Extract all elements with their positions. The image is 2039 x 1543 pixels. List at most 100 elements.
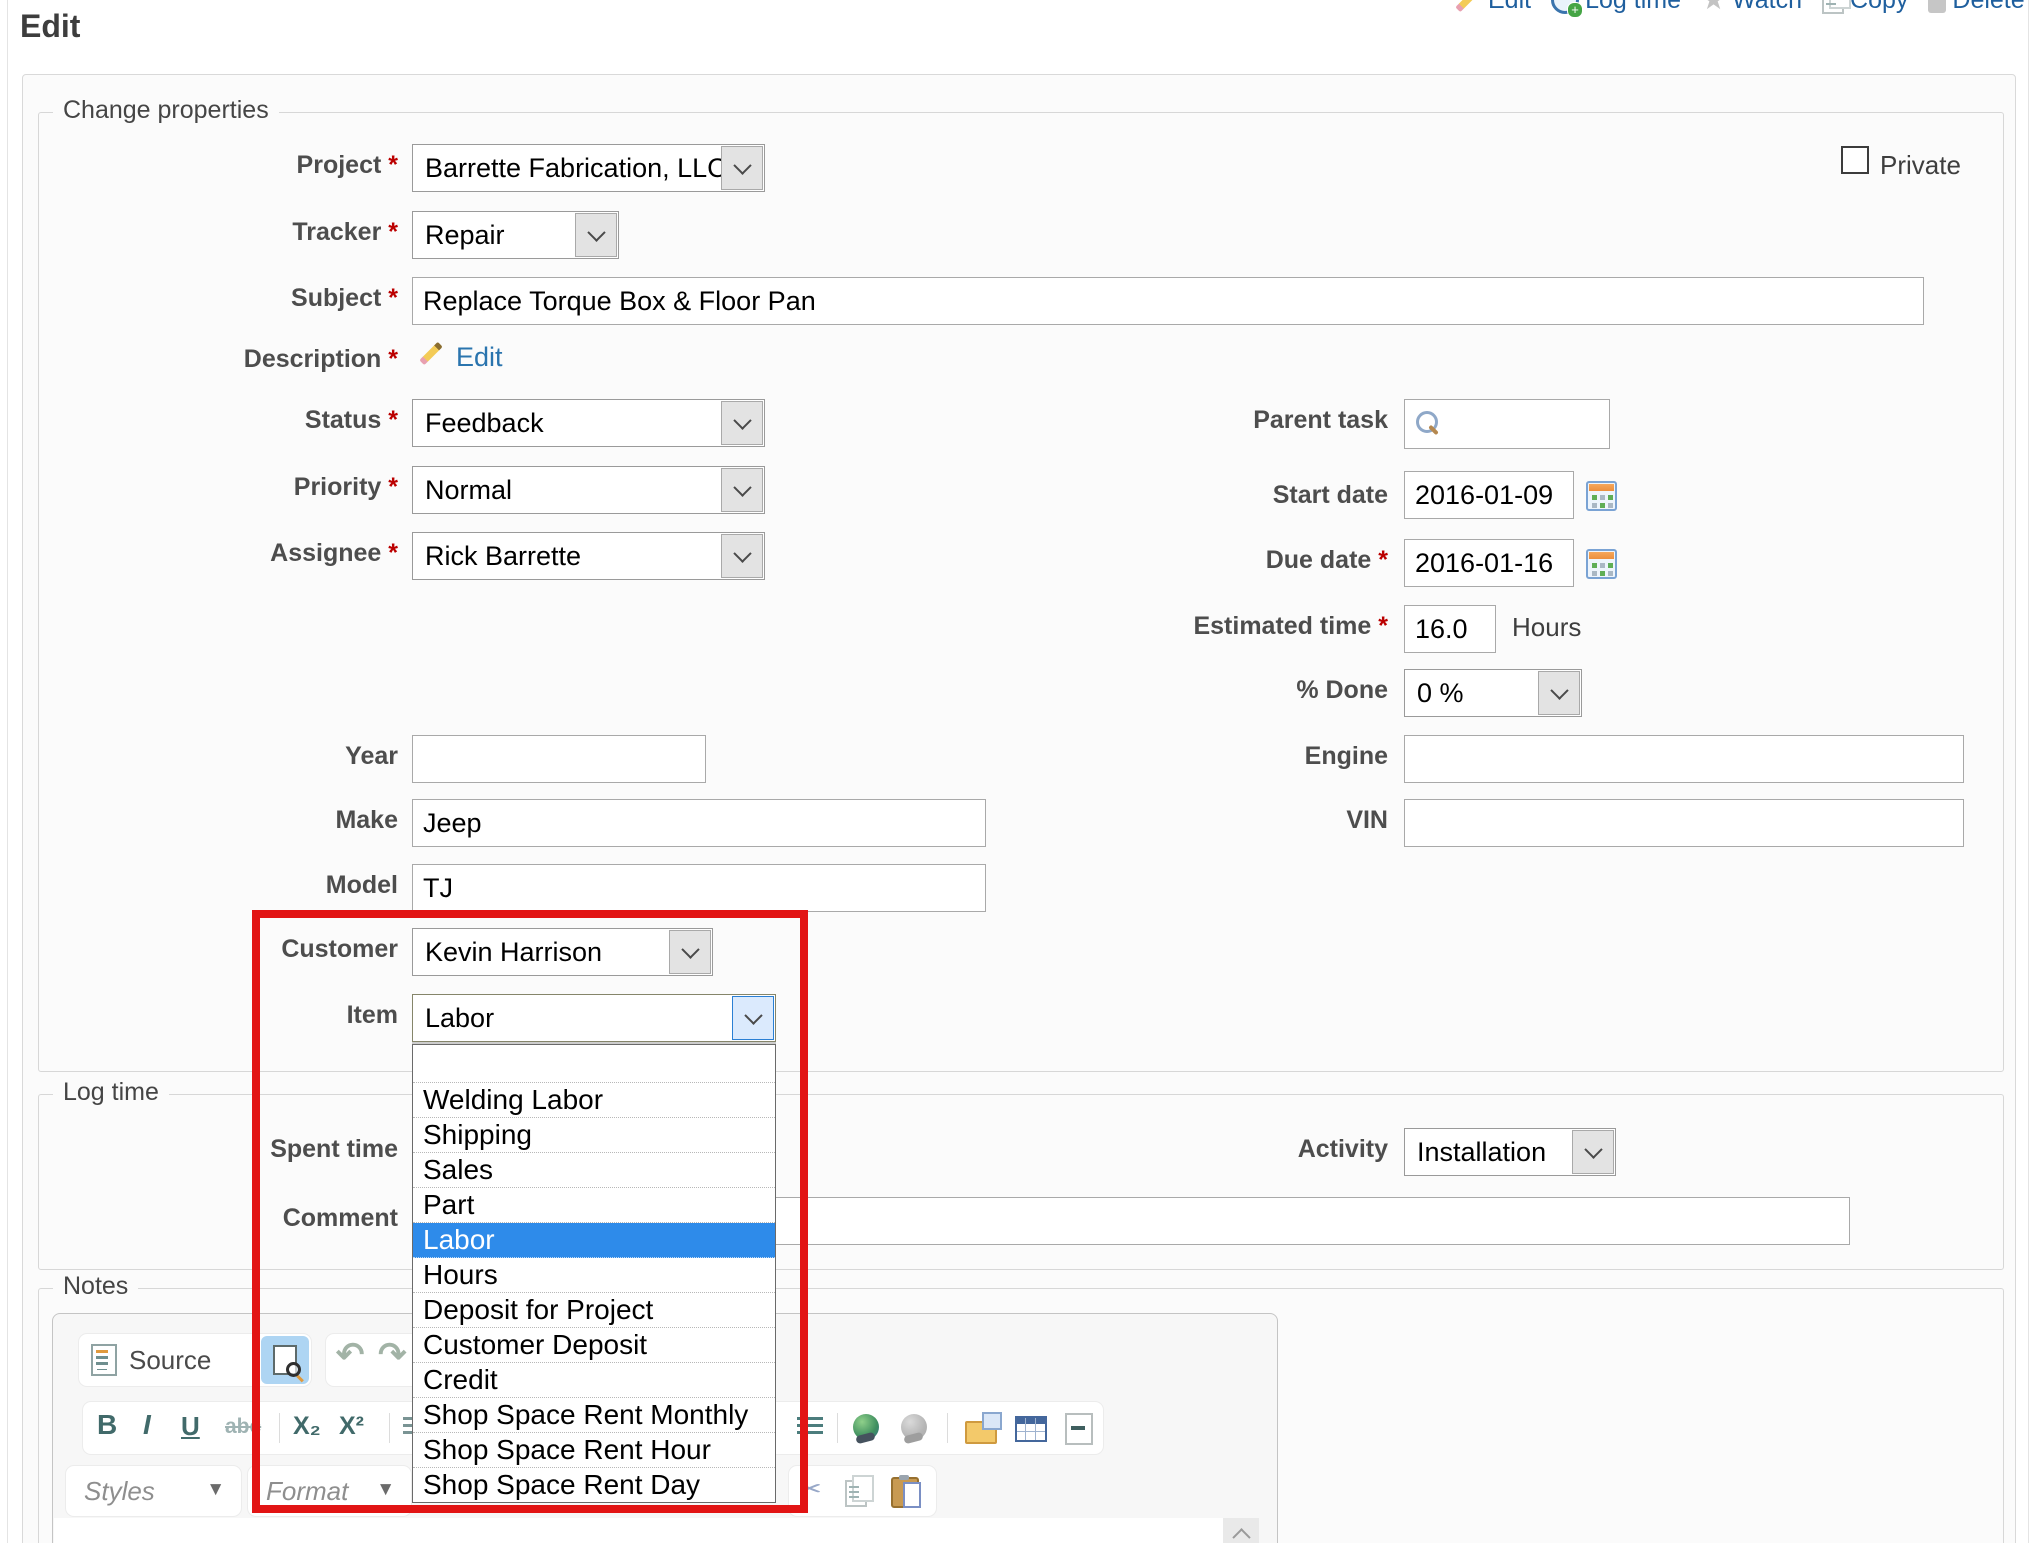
tracker-select[interactable]: Repair [412, 211, 619, 259]
paste-icon[interactable] [891, 1477, 919, 1508]
percent-done-select[interactable]: 0 % [1404, 669, 1582, 717]
chevron-down-icon[interactable] [721, 146, 763, 190]
delete-link[interactable]: Delete [1928, 0, 2024, 15]
item-label: Item [60, 1001, 398, 1030]
source-icon [91, 1344, 117, 1376]
priority-select[interactable]: Normal [412, 466, 765, 514]
copy-icon[interactable] [845, 1480, 867, 1507]
dropdown-option[interactable] [413, 1045, 775, 1083]
engine-input[interactable] [1404, 735, 1964, 783]
dropdown-option[interactable]: Credit [413, 1363, 775, 1398]
chevron-down-icon[interactable] [732, 996, 774, 1040]
chevron-down-icon[interactable] [1538, 671, 1580, 715]
dropdown-option[interactable]: Labor [413, 1223, 775, 1258]
preview-button[interactable] [261, 1336, 309, 1384]
watch-star-icon: ★ [1701, 0, 1726, 14]
log-time-link[interactable]: Log time [1551, 0, 1681, 15]
undo-icon[interactable]: ↶ [336, 1335, 365, 1375]
status-select[interactable]: Feedback [412, 399, 765, 447]
preview-icon [273, 1345, 297, 1375]
start-date-label: Start date [1050, 481, 1388, 510]
superscript-button[interactable]: X² [339, 1412, 364, 1441]
chevron-down-icon[interactable] [1572, 1130, 1614, 1174]
estimated-time-input[interactable] [1404, 605, 1496, 653]
italic-button[interactable]: I [143, 1409, 151, 1441]
estimated-time-label: Estimated time * [1050, 612, 1388, 641]
bold-button[interactable]: B [97, 1409, 117, 1441]
description-edit-link[interactable]: Edit [456, 342, 503, 373]
year-label: Year [60, 742, 398, 771]
dropdown-option[interactable]: Shipping [413, 1118, 775, 1153]
dropdown-option[interactable]: Shop Space Rent Monthly [413, 1398, 775, 1433]
clock-add-icon [1551, 0, 1579, 14]
justify-icon[interactable] [797, 1417, 823, 1437]
chevron-down-icon[interactable] [575, 213, 617, 257]
private-checkbox[interactable] [1841, 146, 1869, 174]
project-select[interactable]: Barrette Fabrication, LLC [412, 144, 765, 192]
comment-label: Comment [60, 1204, 398, 1233]
source-button[interactable]: Source [129, 1345, 211, 1376]
dropdown-option[interactable]: Shop Space Rent Day [413, 1468, 775, 1503]
dropdown-option[interactable]: Hours [413, 1258, 775, 1293]
chevron-down-icon: ▼ [206, 1479, 225, 1501]
make-input[interactable] [412, 799, 986, 847]
chevron-down-icon[interactable] [669, 930, 711, 974]
subscript-button[interactable]: X₂ [293, 1412, 321, 1441]
fieldset-legend: Log time [53, 1078, 169, 1107]
assignee-select[interactable]: Rick Barrette [412, 532, 765, 580]
styles-combo[interactable]: Styles ▼ [66, 1466, 241, 1516]
link-icon[interactable] [853, 1414, 879, 1440]
description-label: Description * [60, 345, 398, 374]
horizontal-rule-icon[interactable] [1065, 1413, 1093, 1445]
status-label: Status * [60, 406, 398, 435]
underline-button[interactable]: U [181, 1411, 200, 1442]
redo-icon[interactable]: ↷ [378, 1335, 407, 1375]
calendar-icon[interactable] [1586, 481, 1617, 511]
copy-link[interactable]: Copy [1822, 0, 1908, 15]
item-dropdown-list[interactable]: Welding LaborShippingSalesPartLaborHours… [412, 1044, 776, 1503]
pencil-icon [1452, 0, 1482, 15]
chevron-down-icon[interactable] [721, 534, 763, 578]
activity-select[interactable]: Installation [1404, 1128, 1616, 1176]
page-left-border [7, 0, 8, 1543]
strikethrough-button[interactable]: abc [225, 1415, 261, 1439]
toolbar-separator [947, 1413, 948, 1443]
model-input[interactable] [412, 864, 986, 912]
subject-label: Subject * [60, 284, 398, 313]
dropdown-option[interactable]: Deposit for Project [413, 1293, 775, 1328]
calendar-icon[interactable] [1586, 549, 1617, 579]
start-date-input[interactable] [1404, 471, 1574, 519]
edit-link[interactable]: Edit [1452, 0, 1531, 15]
image-icon[interactable] [965, 1421, 997, 1444]
make-label: Make [60, 806, 398, 835]
page-title: Edit [20, 8, 80, 45]
vin-input[interactable] [1404, 799, 1964, 847]
tracker-label: Tracker * [60, 218, 398, 247]
year-input[interactable] [412, 735, 706, 783]
editor-content-area[interactable] [54, 1518, 1224, 1543]
toolbar-collapse-button[interactable] [1223, 1518, 1259, 1543]
dropdown-option[interactable]: Shop Space Rent Hour [413, 1433, 775, 1468]
format-combo[interactable]: Format ▼ [248, 1466, 411, 1516]
fieldset-change-properties: Change properties [38, 112, 2004, 1072]
cut-icon[interactable]: ✂ [799, 1474, 822, 1505]
dropdown-option[interactable]: Sales [413, 1153, 775, 1188]
chevron-down-icon[interactable] [721, 401, 763, 445]
item-select[interactable]: Labor [412, 994, 776, 1042]
model-label: Model [60, 871, 398, 900]
chevron-down-icon[interactable] [721, 468, 763, 512]
table-icon[interactable] [1015, 1416, 1047, 1442]
unlink-icon[interactable] [901, 1414, 927, 1440]
dropdown-option[interactable]: Part [413, 1188, 775, 1223]
percent-done-label: % Done [1050, 676, 1388, 705]
customer-select[interactable]: Kevin Harrison [412, 928, 713, 976]
fieldset-legend: Notes [53, 1272, 138, 1301]
vin-label: VIN [1050, 806, 1388, 835]
dropdown-option[interactable]: Customer Deposit [413, 1328, 775, 1363]
subject-input[interactable] [412, 277, 1924, 325]
due-date-input[interactable] [1404, 539, 1574, 587]
dropdown-option[interactable]: Welding Labor [413, 1083, 775, 1118]
watch-link[interactable]: ★Watch [1701, 0, 1802, 15]
pencil-icon [416, 338, 446, 368]
context-toolbar: Edit Log time ★Watch Copy Delete [1452, 0, 2025, 15]
